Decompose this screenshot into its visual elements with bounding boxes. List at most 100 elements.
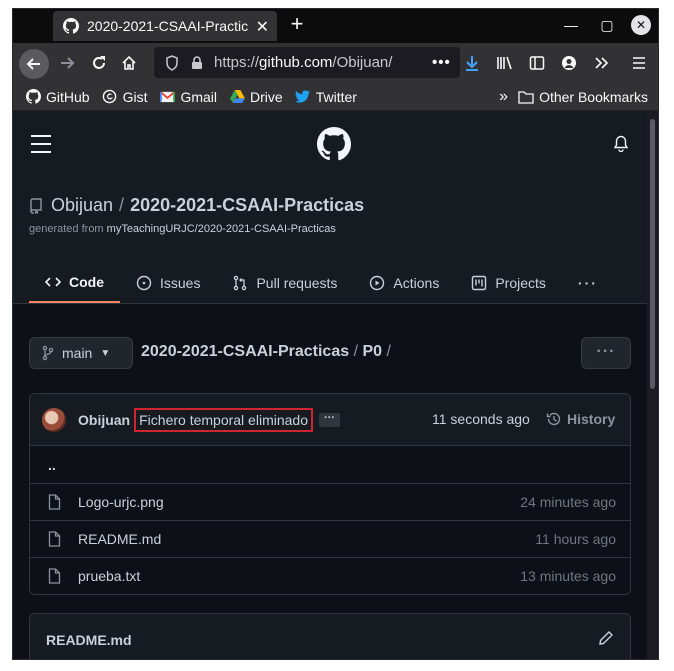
parent-directory-link[interactable]: .. <box>48 457 56 473</box>
commit-time: 11 seconds ago <box>432 411 530 427</box>
lock-icon[interactable] <box>190 55 204 70</box>
new-tab-icon[interactable]: + <box>285 11 309 37</box>
tabs-overflow-icon[interactable]: ··· <box>578 263 598 303</box>
window-close-icon[interactable]: ✕ <box>631 15 651 35</box>
commit-message-link[interactable]: Fichero temporal eliminado <box>134 407 313 432</box>
readme-panel: README.md <box>29 613 631 659</box>
history-label: History <box>567 411 616 427</box>
tab-actions[interactable]: Actions <box>353 263 455 303</box>
branch-selector-button[interactable]: main ▼ <box>29 337 133 369</box>
page-actions-icon[interactable]: ••• <box>432 54 451 71</box>
hamburger-menu-icon[interactable] <box>31 135 51 159</box>
url-bar[interactable]: https://github.com/Obijuan/ ••• <box>154 47 460 78</box>
file-name-link[interactable]: prueba.txt <box>78 568 140 584</box>
library-icon[interactable] <box>491 49 519 77</box>
bookmark-label: Twitter <box>315 88 357 105</box>
tab-label: Code <box>69 274 104 290</box>
reload-icon[interactable] <box>85 49 113 77</box>
commit-expand-button[interactable]: ··· <box>318 412 340 427</box>
bookmark-github[interactable]: GitHub <box>25 89 90 105</box>
app-menu-icon[interactable] <box>625 49 653 77</box>
table-row[interactable]: Logo-urjc.png 24 minutes ago <box>30 483 630 520</box>
generated-from-label: generated from <box>29 223 107 235</box>
page-scrollbar[interactable] <box>647 111 658 659</box>
tab-issues[interactable]: Issues <box>120 263 216 303</box>
chevron-right-icon[interactable]: » <box>499 88 508 106</box>
tab-bar: 2020-2021-CSAAI-Practic ✕ + — ▢ ✕ <box>13 9 658 43</box>
other-bookmarks[interactable]: » Other Bookmarks <box>499 88 648 106</box>
file-age: 13 minutes ago <box>520 568 616 584</box>
breadcrumb-repo-link[interactable]: 2020-2021-CSAAI-Practicas <box>141 343 349 360</box>
tab-projects[interactable]: Projects <box>455 263 562 303</box>
gmail-bookmark-icon <box>159 89 175 105</box>
breadcrumb: 2020-2021-CSAAI-Practicas / P0 / <box>141 343 391 361</box>
parent-directory-row[interactable]: .. <box>30 446 630 483</box>
table-row[interactable]: README.md 11 hours ago <box>30 520 630 557</box>
bookmark-drive[interactable]: Drive <box>229 89 283 105</box>
twitter-bookmark-icon <box>295 89 311 105</box>
projects-board-icon <box>471 275 487 291</box>
table-row[interactable]: prueba.txt 13 minutes ago <box>30 557 630 594</box>
overflow-chevron-icon[interactable] <box>587 49 615 77</box>
code-icon <box>45 274 61 290</box>
history-link[interactable]: History <box>546 411 615 427</box>
issue-icon <box>136 275 152 291</box>
browser-window: 2020-2021-CSAAI-Practic ✕ + — ▢ ✕ https:… <box>12 8 659 660</box>
generated-from: generated from myTeachingURJC/2020-2021-… <box>29 223 336 235</box>
branch-icon <box>42 345 54 361</box>
drive-bookmark-icon <box>229 89 245 105</box>
github-logo-icon[interactable] <box>317 127 351 161</box>
more-options-button[interactable]: ··· <box>581 337 631 369</box>
minimize-icon[interactable]: — <box>561 15 581 35</box>
repo-owner-link[interactable]: Obijuan <box>51 195 113 216</box>
maximize-icon[interactable]: ▢ <box>597 15 617 35</box>
github-bookmark-icon <box>25 89 41 105</box>
tab-label: Projects <box>495 275 546 291</box>
bookmark-twitter[interactable]: Twitter <box>295 89 357 105</box>
caret-down-icon: ▼ <box>100 347 111 359</box>
browser-tab[interactable]: 2020-2021-CSAAI-Practic ✕ <box>53 11 277 41</box>
scrollbar-thumb[interactable] <box>650 119 655 389</box>
commit-author-link[interactable]: Obijuan <box>78 412 130 428</box>
other-bookmarks-label: Other Bookmarks <box>539 89 648 105</box>
repo-title: Obijuan / 2020-2021-CSAAI-Practicas <box>29 195 364 216</box>
url-text: https://github.com/Obijuan/ <box>214 54 393 71</box>
back-icon[interactable] <box>19 49 49 79</box>
forward-icon[interactable] <box>53 49 81 77</box>
breadcrumb-separator: / <box>382 343 391 360</box>
latest-commit-bar: Obijuan Fichero temporal eliminado ··· 1… <box>30 394 630 446</box>
file-age: 11 hours ago <box>535 531 616 547</box>
file-name-link[interactable]: README.md <box>78 531 161 547</box>
repo-icon <box>29 197 43 214</box>
repo-tabs: Code Issues Pull requests Actions Projec… <box>29 263 598 303</box>
bookmark-gmail[interactable]: Gmail <box>159 89 217 105</box>
tab-close-icon[interactable]: ✕ <box>256 17 269 37</box>
repository-header: Obijuan / 2020-2021-CSAAI-Practicas gene… <box>13 177 649 304</box>
download-icon[interactable] <box>458 49 486 77</box>
bookmark-gist[interactable]: Gist <box>102 89 147 105</box>
tab-code[interactable]: Code <box>29 263 120 303</box>
notification-bell-icon[interactable] <box>613 135 629 152</box>
edit-pencil-icon[interactable] <box>598 630 614 646</box>
template-repo-link[interactable]: myTeachingURJC/2020-2021-CSAAI-Practicas <box>107 223 336 235</box>
avatar[interactable] <box>42 407 66 432</box>
pull-request-icon <box>232 275 248 291</box>
bookmark-label: Drive <box>250 88 283 105</box>
home-icon[interactable] <box>115 49 143 77</box>
branch-name: main <box>62 345 93 361</box>
repo-name-link[interactable]: 2020-2021-CSAAI-Practicas <box>130 195 364 216</box>
tracking-shield-icon[interactable] <box>164 54 180 71</box>
github-page: Obijuan / 2020-2021-CSAAI-Practicas gene… <box>13 111 649 659</box>
gist-bookmark-icon <box>102 89 118 105</box>
sidebar-icon[interactable] <box>523 49 551 77</box>
bookmarks-toolbar: GitHub Gist Gmail Drive Twitter » Other … <box>13 83 658 111</box>
readme-title: README.md <box>46 632 132 648</box>
breadcrumb-separator: / <box>349 343 363 360</box>
file-name-link[interactable]: Logo-urjc.png <box>78 494 164 510</box>
file-icon <box>48 568 64 584</box>
tab-pull-requests[interactable]: Pull requests <box>216 263 353 303</box>
navigation-toolbar: https://github.com/Obijuan/ ••• <box>13 43 658 83</box>
account-icon[interactable] <box>555 49 583 77</box>
tab-label: Issues <box>160 275 201 291</box>
history-clock-icon <box>546 411 562 427</box>
